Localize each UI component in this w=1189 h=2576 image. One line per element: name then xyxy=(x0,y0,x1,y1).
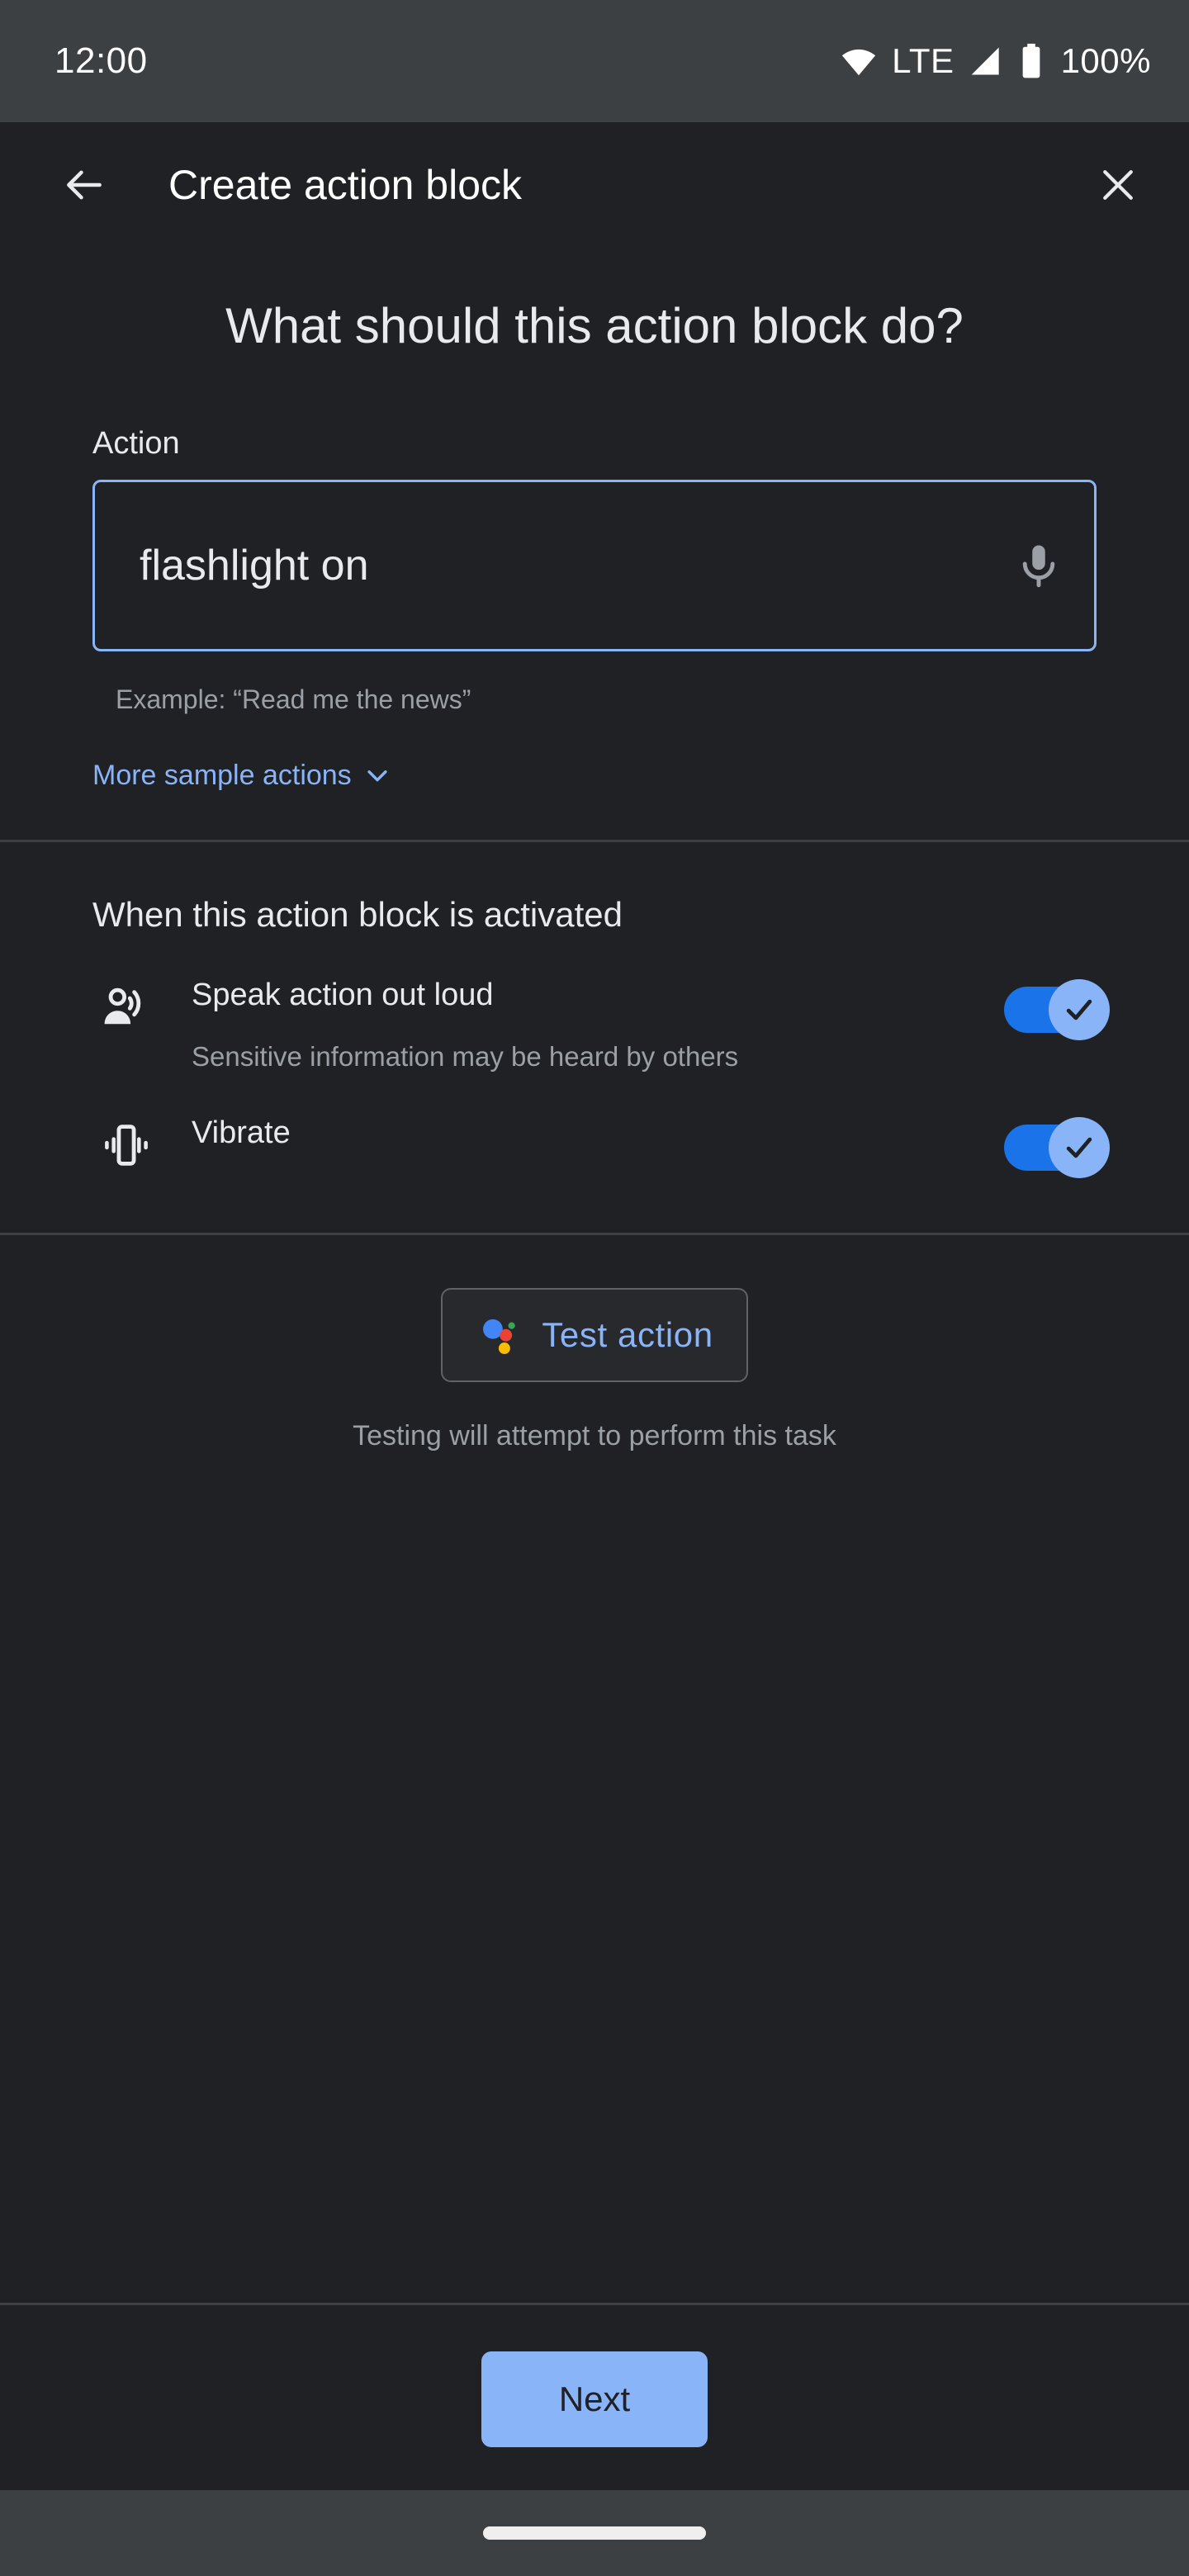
option-vibrate-texts: Vibrate xyxy=(155,1115,1004,1152)
phone-screen: 12:00 LTE 100% Create action block What … xyxy=(0,0,1189,2576)
signal-icon xyxy=(969,43,1005,79)
option-speak-texts: Speak action out loud Sensitive informat… xyxy=(155,978,1004,1073)
action-input[interactable]: flashlight on xyxy=(92,479,1097,651)
activation-section-title: When this action block is activated xyxy=(92,894,623,934)
chevron-down-icon xyxy=(367,770,387,782)
headline: What should this action block do? xyxy=(225,298,964,353)
test-action-button[interactable]: Test action xyxy=(441,1288,748,1383)
vibrate-icon xyxy=(97,1115,155,1172)
gesture-pill[interactable] xyxy=(483,2526,706,2540)
toggle-thumb xyxy=(1049,1117,1110,1179)
toggle-speak-action[interactable] xyxy=(1004,978,1110,1040)
microphone-icon[interactable] xyxy=(1013,540,1064,591)
test-action-caption: Testing will attempt to perform this tas… xyxy=(353,1420,836,1452)
option-row-vibrate[interactable]: Vibrate xyxy=(0,1073,1189,1179)
person-speaking-icon xyxy=(97,978,155,1034)
option-speak-label: Speak action out loud xyxy=(192,977,494,1012)
wifi-icon xyxy=(840,42,878,80)
action-field-block: Action flashlight on Example: “Read me t… xyxy=(0,355,1189,840)
close-button[interactable] xyxy=(1083,150,1153,220)
test-action-section: Test action Testing will attempt to perf… xyxy=(0,1235,1189,1452)
scroll-content: What should this action block do? Action… xyxy=(0,248,1189,2490)
status-clock: 12:00 xyxy=(54,40,148,81)
close-icon xyxy=(1103,170,1133,200)
app-bar: Create action block xyxy=(0,122,1189,248)
more-sample-actions-link[interactable]: More sample actions xyxy=(92,760,391,792)
google-assistant-icon xyxy=(483,1319,516,1355)
action-field-hint: Example: “Read me the news” xyxy=(116,684,471,714)
toggle-thumb xyxy=(1049,978,1110,1040)
option-row-speak[interactable]: Speak action out loud Sensitive informat… xyxy=(0,935,1189,1073)
battery-percent-label: 100% xyxy=(1060,41,1151,80)
toggle-vibrate[interactable] xyxy=(1004,1117,1110,1179)
check-icon xyxy=(1066,999,1092,1020)
check-icon xyxy=(1066,1137,1092,1158)
action-field-label: Action xyxy=(92,425,180,461)
flex-spacer xyxy=(0,1452,1189,2303)
battery-icon xyxy=(1019,42,1044,80)
navigation-bar xyxy=(0,2490,1189,2576)
activation-section: When this action block is activated Spea… xyxy=(0,842,1189,1234)
network-type-label: LTE xyxy=(892,41,955,80)
more-sample-actions-label: More sample actions xyxy=(92,759,352,791)
option-vibrate-label: Vibrate xyxy=(192,1115,291,1151)
bottom-action-bar: Next xyxy=(0,2305,1189,2490)
next-button[interactable]: Next xyxy=(481,2351,708,2447)
test-action-label: Test action xyxy=(542,1315,713,1355)
status-icons: LTE 100% xyxy=(840,41,1151,81)
action-input-value: flashlight on xyxy=(140,541,369,590)
option-speak-subtitle: Sensitive information may be heard by ot… xyxy=(192,1041,739,1073)
page-title: Create action block xyxy=(168,162,523,208)
back-button[interactable] xyxy=(50,150,119,220)
status-bar: 12:00 LTE 100% xyxy=(0,0,1189,122)
back-arrow-icon xyxy=(67,170,102,200)
